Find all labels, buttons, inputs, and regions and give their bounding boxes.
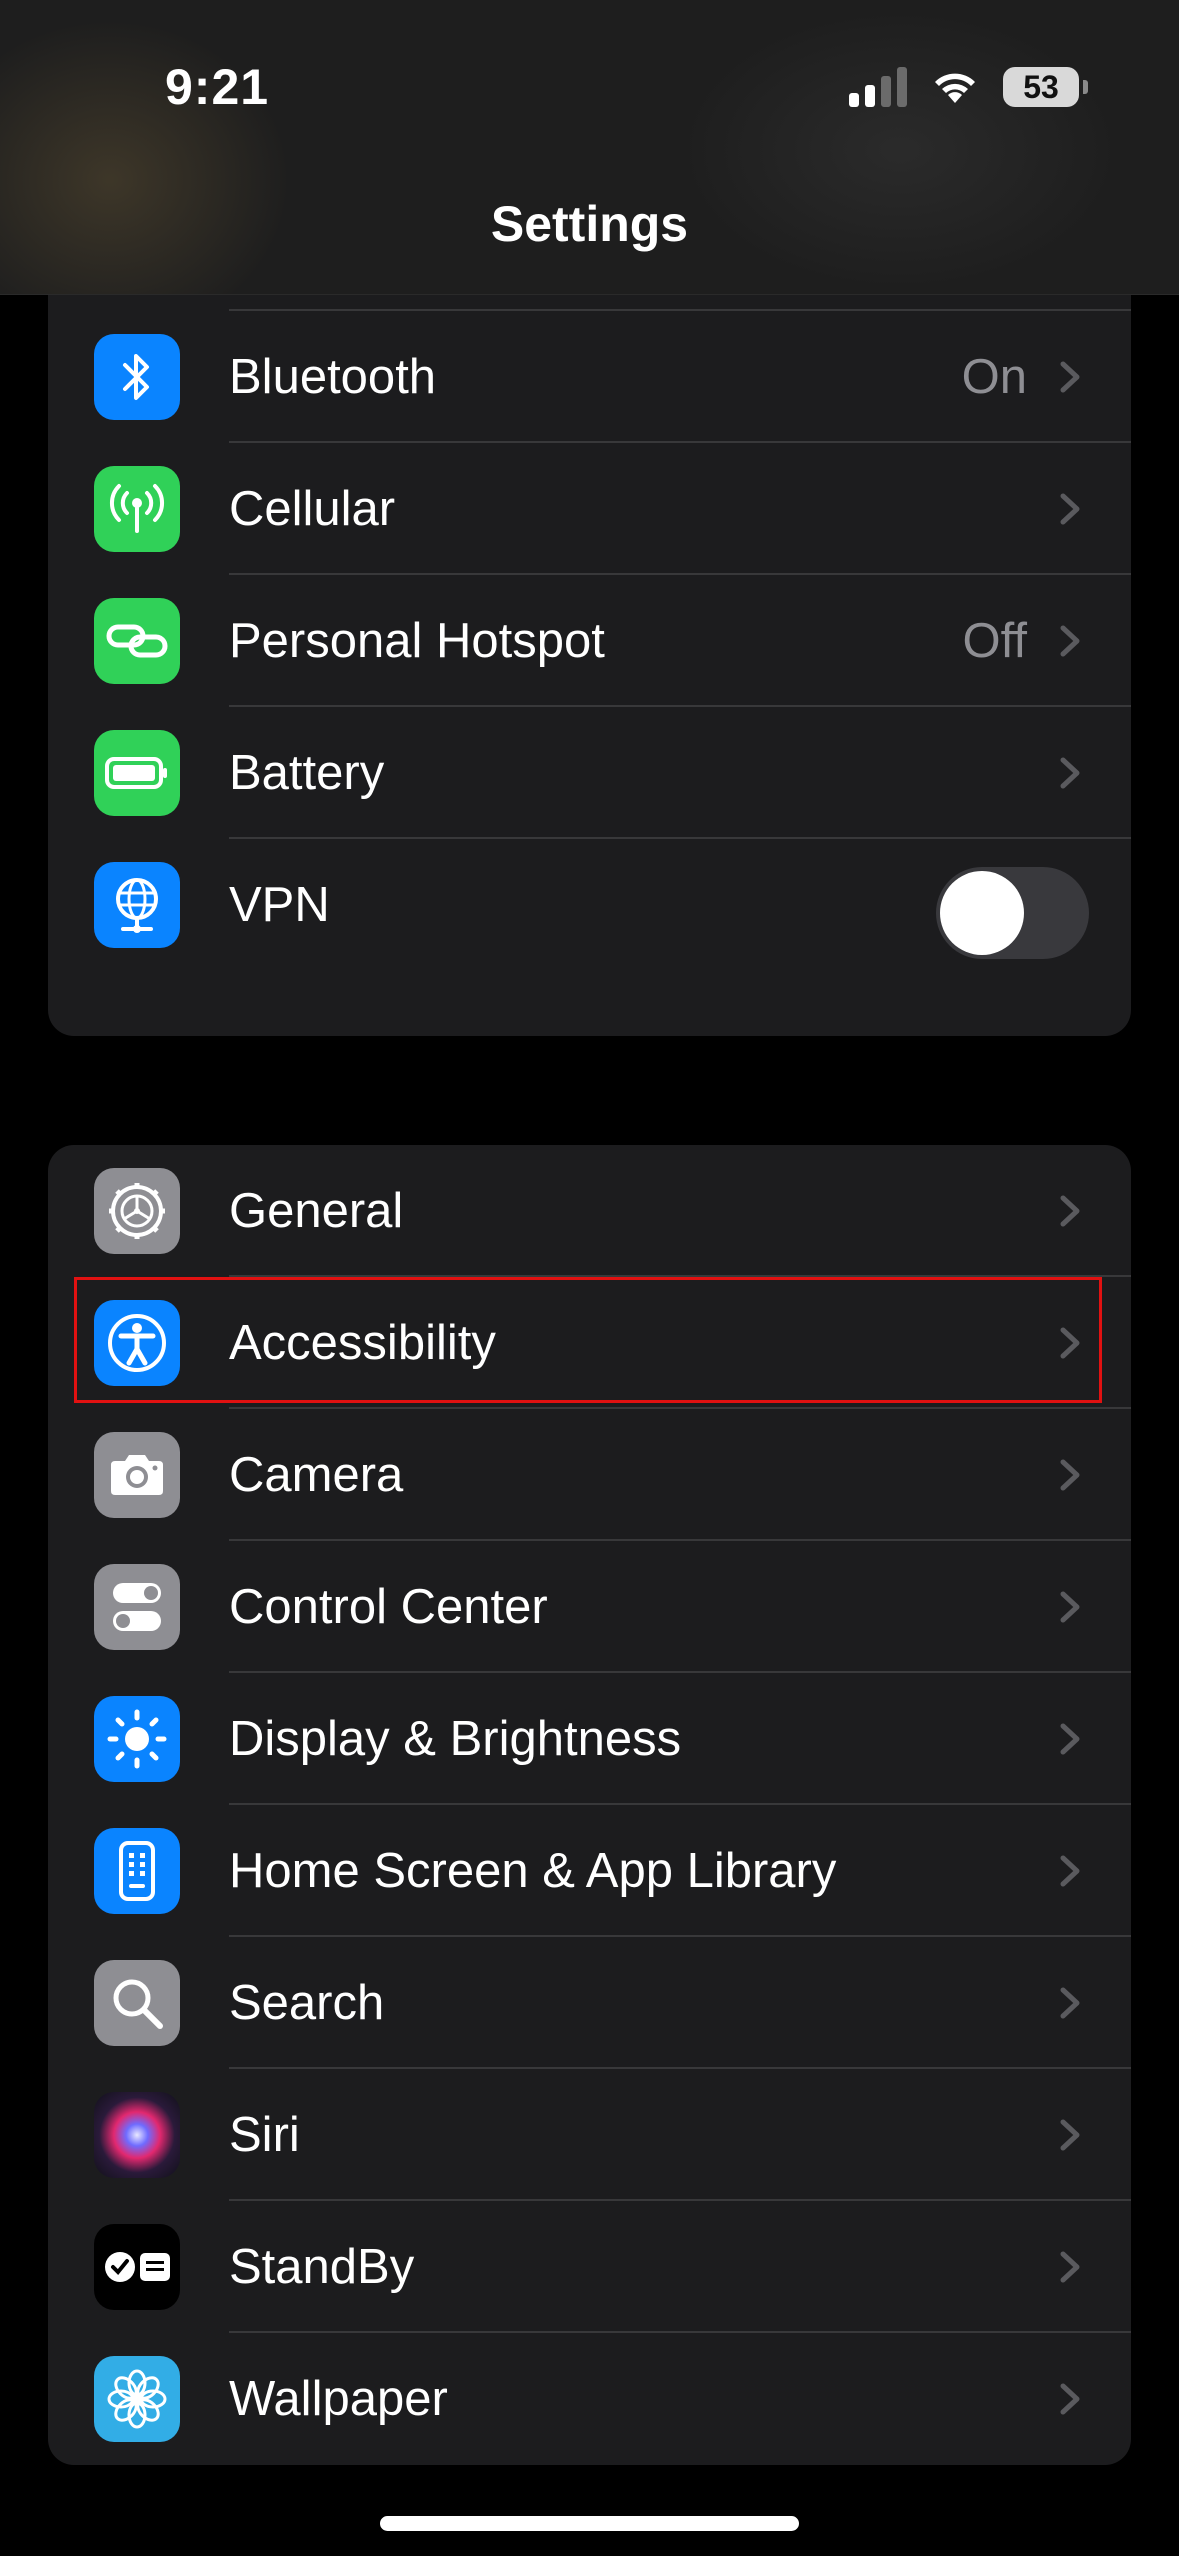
row-camera[interactable]: Camera	[48, 1409, 1131, 1541]
chevron-right-icon	[1060, 1591, 1080, 1623]
row-battery[interactable]: Battery	[48, 707, 1131, 839]
chevron-right-icon	[1060, 1855, 1080, 1887]
chevron-right-icon	[1060, 2251, 1080, 2283]
chevron-right-icon	[1060, 1987, 1080, 2019]
row-bluetooth[interactable]: Bluetooth On	[48, 311, 1131, 443]
row-cellular[interactable]: Cellular	[48, 443, 1131, 575]
page-title: Settings	[490, 196, 689, 252]
row-label: Battery	[229, 746, 385, 800]
battery-icon	[94, 730, 180, 816]
row-label: Search	[229, 1976, 385, 2030]
gear-icon	[94, 1168, 180, 1254]
cellular-signal-icon	[849, 67, 907, 107]
status-time: 9:21	[165, 59, 270, 115]
row-label: Bluetooth	[229, 350, 437, 404]
row-standby[interactable]: StandBy	[48, 2201, 1131, 2333]
row-general[interactable]: General	[48, 1145, 1131, 1277]
camera-icon	[94, 1432, 180, 1518]
row-accessibility[interactable]: Accessibility	[48, 1277, 1131, 1409]
siri-icon	[94, 2092, 180, 2178]
magnifier-icon	[94, 1960, 180, 2046]
accessibility-icon	[94, 1300, 180, 1386]
link-icon	[94, 598, 180, 684]
row-label: Accessibility	[229, 1316, 496, 1370]
antenna-icon	[94, 466, 180, 552]
row-label: Wallpaper	[229, 2372, 448, 2426]
switches-icon	[94, 1564, 180, 1650]
row-personal-hotspot[interactable]: Personal Hotspot Off	[48, 575, 1131, 707]
row-label: General	[229, 1184, 404, 1238]
row-label: Siri	[229, 2108, 300, 2162]
row-label: Personal Hotspot	[229, 614, 605, 668]
chevron-right-icon	[1060, 1195, 1080, 1227]
row-label: VPN	[229, 878, 330, 932]
row-value: On	[961, 350, 1027, 404]
sun-icon	[94, 1696, 180, 1782]
connectivity-group: Wi-Fi Lifestream Bluetooth On Cellular P…	[48, 246, 1131, 1036]
row-search[interactable]: Search	[48, 1937, 1131, 2069]
wifi-status-icon	[935, 73, 975, 103]
row-vpn: VPN	[48, 839, 1131, 971]
standby-icon	[94, 2224, 180, 2310]
globe-icon	[94, 862, 180, 948]
row-siri[interactable]: Siri	[48, 2069, 1131, 2201]
status-icons: 53	[849, 62, 1088, 112]
row-display-brightness[interactable]: Display & Brightness	[48, 1673, 1131, 1805]
flower-icon	[94, 2356, 180, 2442]
bluetooth-icon	[94, 334, 180, 420]
navigation-header: 9:21 53 Settings	[0, 0, 1179, 295]
chevron-right-icon	[1060, 1723, 1080, 1755]
vpn-toggle[interactable]	[936, 867, 1089, 959]
row-label: StandBy	[229, 2240, 415, 2294]
chevron-right-icon	[1060, 361, 1080, 393]
chevron-right-icon	[1060, 757, 1080, 789]
row-label: Cellular	[229, 482, 396, 536]
row-label: Home Screen & App Library	[229, 1844, 837, 1898]
battery-status-icon: 53	[1003, 67, 1088, 107]
row-value: Off	[962, 614, 1027, 668]
toggle-knob	[940, 871, 1024, 955]
row-control-center[interactable]: Control Center	[48, 1541, 1131, 1673]
chevron-right-icon	[1060, 1327, 1080, 1359]
phone-grid-icon	[94, 1828, 180, 1914]
chevron-right-icon	[1060, 493, 1080, 525]
row-label: Camera	[229, 1448, 404, 1502]
chevron-right-icon	[1060, 2119, 1080, 2151]
row-wallpaper[interactable]: Wallpaper	[48, 2333, 1131, 2465]
row-home-screen[interactable]: Home Screen & App Library	[48, 1805, 1131, 1937]
chevron-right-icon	[1060, 625, 1080, 657]
home-indicator[interactable]	[380, 2516, 799, 2531]
general-group: General Accessibility Camera Control Cen…	[48, 1145, 1131, 2465]
chevron-right-icon	[1060, 2383, 1080, 2415]
row-label: Control Center	[229, 1580, 548, 1634]
row-label: Display & Brightness	[229, 1712, 682, 1766]
chevron-right-icon	[1060, 1459, 1080, 1491]
